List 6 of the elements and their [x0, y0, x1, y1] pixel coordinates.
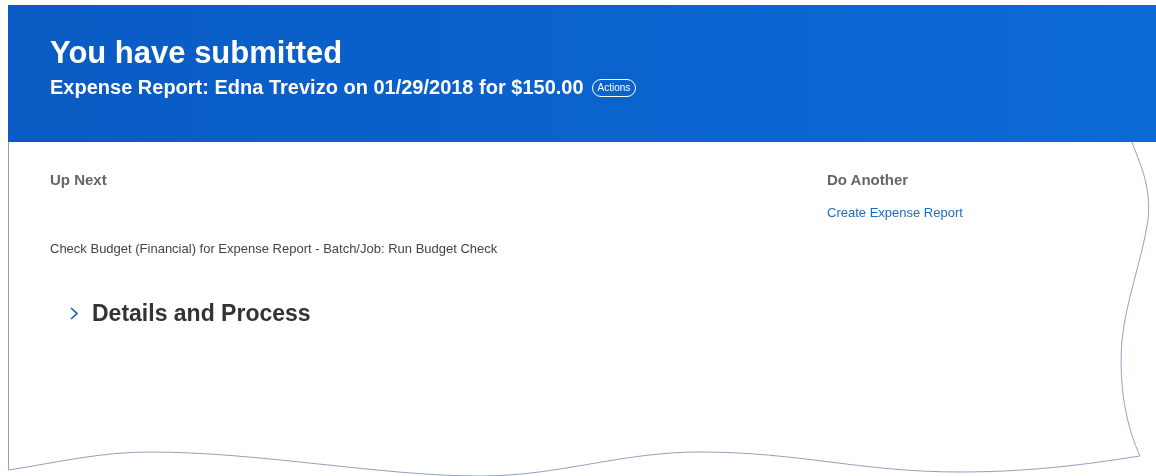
create-link[interactable]: Create Expense Report [827, 205, 963, 221]
page-title: You have submitted [50, 34, 343, 72]
section-heading: Up Next [50, 171, 107, 189]
section-heading: Do Another [827, 171, 909, 189]
task-description: Check Budget (Financial) for Expense Report - Batch/Job: Run Budget Check [50, 241, 498, 257]
page-subtitle: Expense Report: Edna Trevizo on 01/29/2018 for $150.00 [50, 75, 584, 100]
